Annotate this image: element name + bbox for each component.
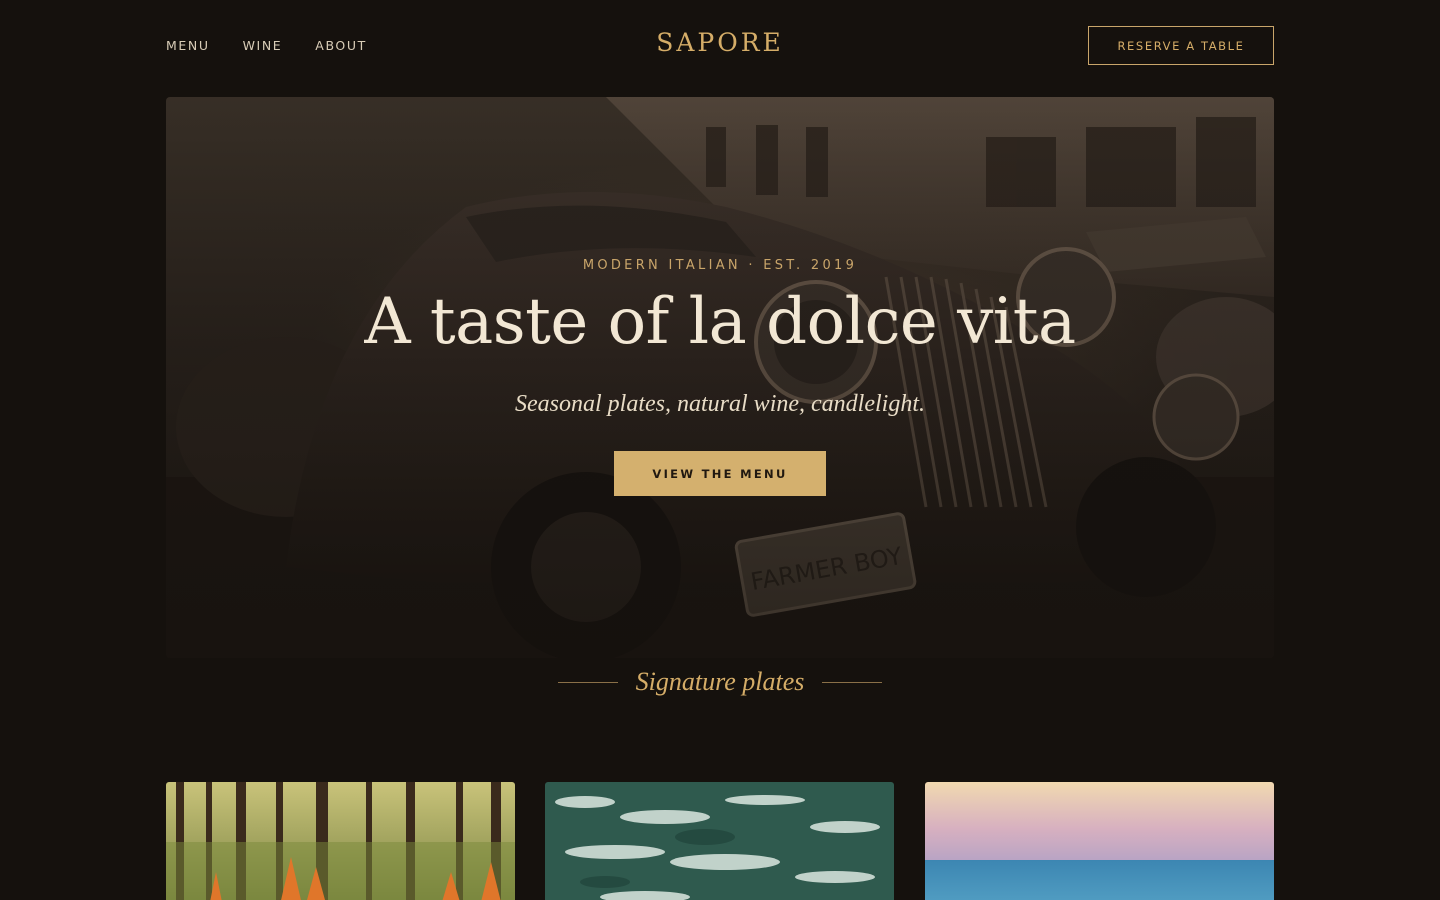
hero-subtitle: Seasonal plates, natural wine, candlelig… xyxy=(515,391,925,417)
forest-tulips-image xyxy=(166,782,515,900)
hero-title: A taste of la dolce vita xyxy=(364,285,1076,359)
nav-item-wine[interactable]: WINE xyxy=(243,38,283,53)
signature-cards xyxy=(166,782,1274,900)
plate-card-sea-waves[interactable] xyxy=(545,782,894,900)
site-header: MENU WINE ABOUT SAPORE RESERVE A TABLE xyxy=(166,0,1274,92)
sea-waves-image xyxy=(545,782,894,900)
signature-heading: Signature plates xyxy=(0,662,1440,702)
hero-overlay xyxy=(166,97,1274,658)
hero-eyebrow: MODERN ITALIAN · EST. 2019 xyxy=(582,258,858,273)
reserve-table-button[interactable]: RESERVE A TABLE xyxy=(1088,26,1274,65)
view-menu-button[interactable]: VIEW THE MENU xyxy=(614,451,826,496)
hero-section: FARMER BOY MODERN ITALIAN · EST. 2019 A … xyxy=(166,97,1274,658)
divider-right xyxy=(822,681,883,683)
main-nav: MENU WINE ABOUT xyxy=(166,38,367,53)
site-logo[interactable]: SAPORE xyxy=(656,28,784,57)
plate-card-forest-tulips[interactable] xyxy=(166,782,515,900)
nav-item-menu[interactable]: MENU xyxy=(166,38,210,53)
plate-card-ocean-horizon[interactable] xyxy=(925,782,1274,900)
ocean-horizon-image xyxy=(925,782,1274,900)
signature-title: Signature plates xyxy=(635,667,805,696)
nav-item-about[interactable]: ABOUT xyxy=(315,38,367,53)
divider-left xyxy=(557,681,618,683)
